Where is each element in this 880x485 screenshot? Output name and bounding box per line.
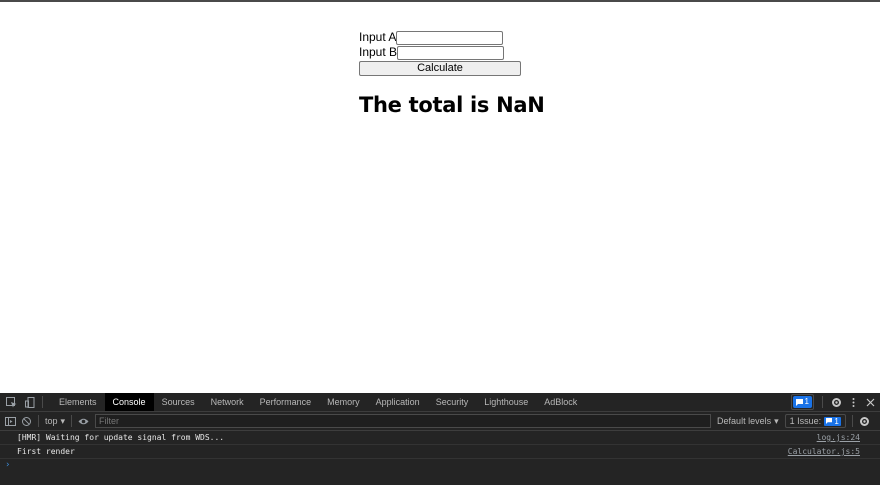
- message-badge[interactable]: 1: [790, 394, 814, 410]
- tab-lighthouse[interactable]: Lighthouse: [476, 393, 536, 411]
- close-icon[interactable]: [865, 397, 876, 408]
- issues-count: 1: [824, 416, 841, 426]
- total-heading: The total is NaN: [359, 93, 545, 117]
- tab-network[interactable]: Network: [203, 393, 252, 411]
- input-b-field[interactable]: [397, 45, 505, 60]
- toolbar-separator: [851, 415, 853, 427]
- device-toggle-icon[interactable]: [25, 396, 36, 408]
- input-b-label: Input B: [359, 45, 398, 59]
- issues-label: 1 Issue:: [789, 416, 822, 426]
- inspect-icon[interactable]: [6, 396, 17, 408]
- message-icon: [795, 398, 803, 406]
- input-a-row: Input A: [359, 30, 521, 45]
- console-filter-input[interactable]: [95, 414, 712, 428]
- settings-gear-icon[interactable]: [831, 397, 842, 408]
- eye-icon[interactable]: [78, 416, 89, 427]
- devtools-tabs: Elements Console Sources Network Performance…: [51, 393, 585, 411]
- message-badge-count: 1: [804, 397, 809, 406]
- tab-sources[interactable]: Sources: [154, 393, 203, 411]
- more-vert-icon[interactable]: [848, 397, 859, 408]
- right-separator: [822, 396, 823, 408]
- calculate-button[interactable]: Calculate: [359, 61, 521, 76]
- context-selector[interactable]: top ▾: [45, 416, 65, 427]
- context-dropdown-icon: ▾: [60, 415, 66, 426]
- devtools-panel: Elements Console Sources Network Performance…: [0, 393, 880, 485]
- levels-dropdown-icon: ▾: [774, 415, 779, 426]
- message-icon: [826, 417, 833, 424]
- console-settings-gear-icon[interactable]: [859, 416, 870, 427]
- console-log-line: [HMR] Waiting for update signal from WDS…: [0, 431, 880, 445]
- calculator: Input A Input B Calculate The total is N…: [359, 30, 545, 117]
- sidebar-toggle-icon[interactable]: [5, 416, 16, 427]
- console-prompt[interactable]: ›: [0, 459, 880, 472]
- issues-button[interactable]: 1 Issue: 1: [784, 414, 846, 428]
- tab-separator: [42, 396, 43, 408]
- tab-memory[interactable]: Memory: [319, 393, 368, 411]
- window-top-border: [0, 0, 880, 2]
- toolbar-separator: [38, 415, 39, 427]
- log-levels-dropdown[interactable]: Default levels ▾: [717, 416, 779, 427]
- input-a-label: Input A: [359, 30, 397, 44]
- log-levels-label: Default levels: [717, 416, 772, 426]
- tab-performance[interactable]: Performance: [252, 393, 320, 411]
- log-source-link[interactable]: log.js:24: [817, 433, 860, 442]
- input-a-field[interactable]: [396, 30, 504, 45]
- log-source-link[interactable]: Calculator.js:5: [788, 447, 860, 456]
- tab-console[interactable]: Console: [104, 393, 154, 411]
- log-message: [HMR] Waiting for update signal from WDS…: [17, 433, 225, 442]
- toolbar-separator: [71, 415, 73, 427]
- tab-security[interactable]: Security: [428, 393, 477, 411]
- devtools-tabbar: Elements Console Sources Network Performance…: [0, 393, 880, 412]
- tab-adblock[interactable]: AdBlock: [536, 393, 585, 411]
- tab-elements[interactable]: Elements: [51, 393, 105, 411]
- input-b-row: Input B: [359, 45, 521, 60]
- log-message: First render: [17, 447, 75, 456]
- devtools-right-controls: 1: [790, 393, 876, 411]
- clear-console-icon[interactable]: [21, 416, 32, 427]
- tab-application[interactable]: Application: [368, 393, 428, 411]
- context-label: top: [45, 416, 58, 426]
- console-toolbar: top ▾ Default levels ▾ 1 Issue: 1: [0, 412, 880, 431]
- console-log-line: First render Calculator.js:5: [0, 445, 880, 459]
